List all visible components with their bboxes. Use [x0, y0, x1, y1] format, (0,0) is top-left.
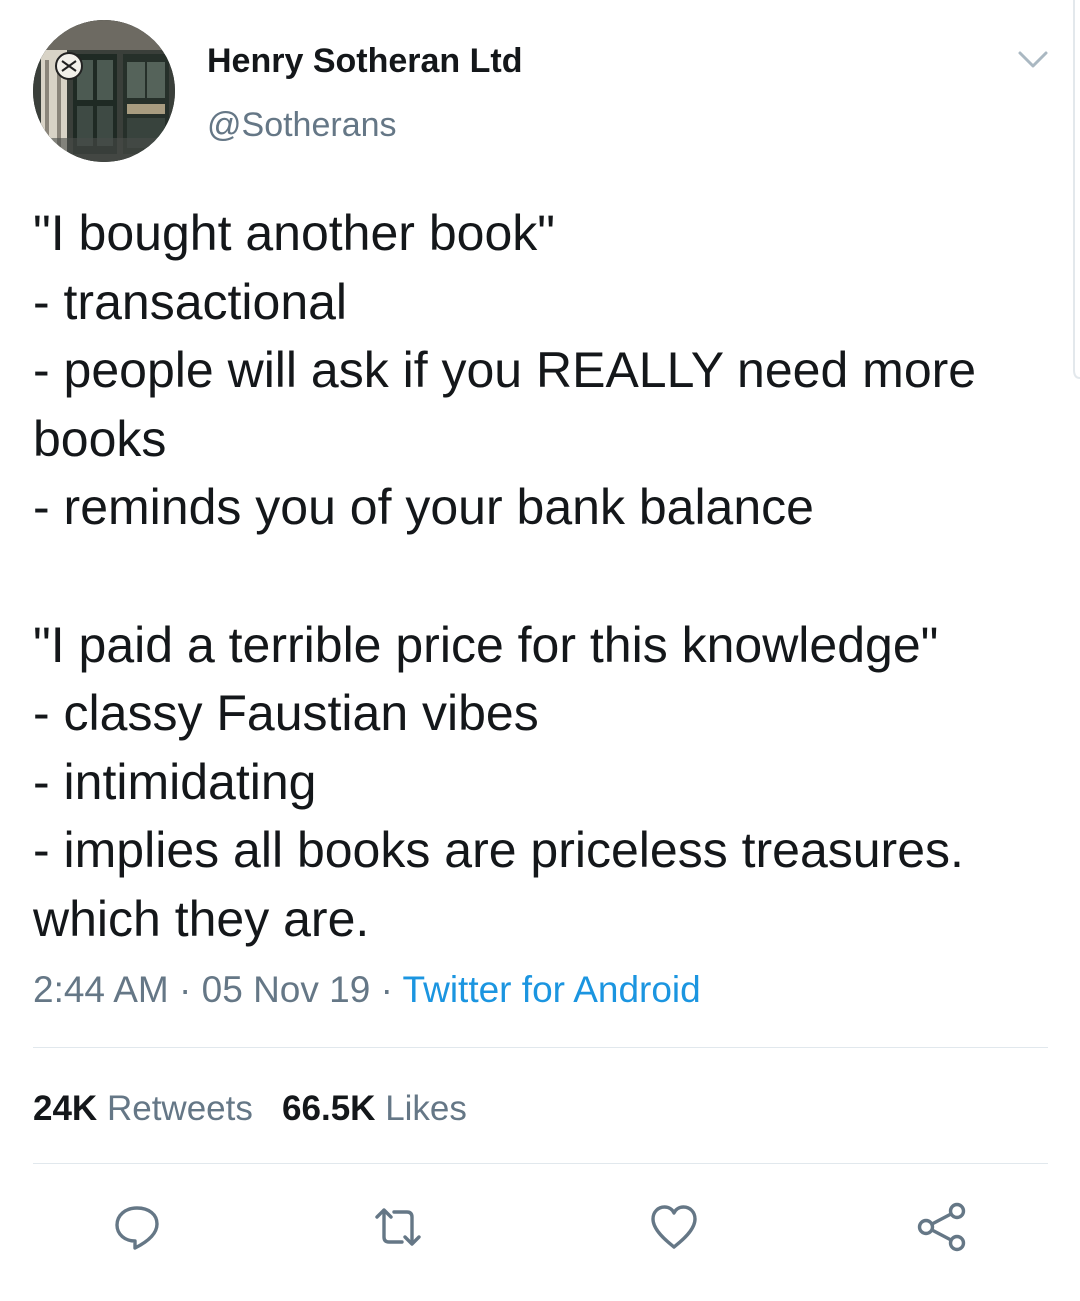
tweet-date[interactable]: 05 Nov 19 — [202, 969, 371, 1010]
likes-count: 66.5K — [282, 1089, 376, 1128]
reply-icon[interactable] — [111, 1201, 163, 1253]
tweet-line: - transactional — [33, 273, 348, 330]
tweet-metadata: 2:44 AM · 05 Nov 19 · Twitter for Androi… — [33, 966, 701, 1014]
retweets-count: 24K — [33, 1089, 98, 1128]
tweet-line: "I bought another book" — [33, 205, 555, 261]
likes-label: Likes — [385, 1089, 467, 1128]
tweet-source-link[interactable]: Twitter for Android — [403, 969, 701, 1010]
scrollbar[interactable] — [1068, 0, 1080, 380]
tweet-line: - intimidating — [33, 753, 317, 810]
tweet-line: - classy Faustian vibes — [33, 685, 539, 742]
chevron-down-icon[interactable] — [1016, 48, 1050, 72]
like-icon[interactable] — [648, 1201, 700, 1253]
tweet-line: - implies all books are priceless treasu… — [33, 822, 964, 879]
meta-separator: · — [370, 969, 403, 1010]
tweet-line: - reminds you of your bank balance — [33, 479, 814, 536]
retweets-stat[interactable]: 24K Retweets — [33, 1087, 253, 1131]
bookshop-storefront-icon — [33, 20, 175, 162]
author-handle[interactable]: @Sotherans — [207, 104, 397, 146]
tweet-detail: Henry Sotheran Ltd @Sotherans "I bought … — [0, 0, 1080, 1301]
retweets-label: Retweets — [106, 1089, 253, 1128]
tweet-line: books — [33, 410, 167, 467]
tweet-line — [33, 542, 1053, 611]
tweet-line: which they are. — [33, 890, 370, 947]
meta-separator: · — [168, 969, 202, 1010]
tweet-text: "I bought another book" - transactional … — [33, 199, 1053, 954]
author-display-name[interactable]: Henry Sotheran Ltd — [207, 40, 522, 82]
tweet-line: "I paid a terrible price for this knowle… — [33, 616, 939, 673]
share-icon[interactable] — [916, 1201, 968, 1253]
tweet-time[interactable]: 2:44 AM — [33, 969, 169, 1010]
retweet-icon[interactable] — [372, 1201, 424, 1253]
tweet-stats: 24K Retweets 66.5K Likes — [33, 1087, 467, 1131]
avatar[interactable] — [33, 20, 175, 162]
divider — [33, 1047, 1048, 1048]
likes-stat[interactable]: 66.5K Likes — [282, 1087, 467, 1131]
tweet-line: - people will ask if you REALLY need mor… — [33, 342, 977, 399]
divider — [33, 1163, 1048, 1164]
